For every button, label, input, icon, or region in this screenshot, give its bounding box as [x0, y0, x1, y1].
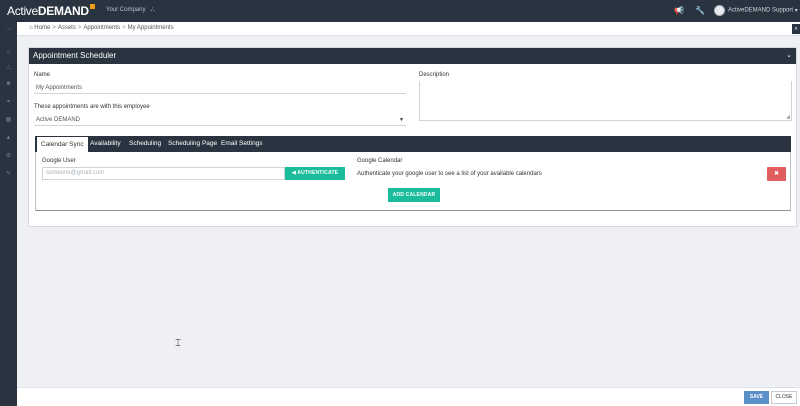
breadcrumb-home[interactable]: Home — [34, 25, 50, 31]
sidebar: ⋯ ⌂ ⛬ ☻ ⚭ ▦ ▲ ⚙ ✎ — [0, 22, 17, 406]
sitemap-icon[interactable]: ⛬ — [4, 64, 13, 73]
megaphone-icon[interactable]: 📢 — [674, 6, 684, 16]
caret-down-icon: ▼ — [399, 117, 404, 123]
search-icon[interactable]: ⌕ — [792, 24, 800, 34]
tools-icon[interactable]: ✎ — [4, 170, 13, 179]
handshake-icon[interactable]: ⚭ — [4, 98, 13, 107]
delete-button[interactable]: ✖ — [767, 167, 786, 181]
tab-availability[interactable]: Availability — [86, 136, 125, 152]
lock-icon[interactable]: ▲ — [4, 134, 13, 143]
tab-bar: Calendar Sync Availability Scheduling Sc… — [35, 136, 791, 152]
users-icon[interactable]: ☻ — [4, 80, 13, 89]
description-label: Description — [419, 72, 450, 78]
google-user-input[interactable]: someone@gmail.com — [42, 167, 285, 180]
panel-header: Appointment Scheduler ⌄ — [29, 48, 796, 64]
panel-title: Appointment Scheduler — [33, 51, 117, 60]
tab-scheduling[interactable]: Scheduling — [125, 136, 165, 152]
user-name: ActiveDEMAND Support — [728, 7, 794, 14]
app-logo[interactable]: ActiveDEMAND — [7, 3, 95, 19]
home-icon[interactable]: ⌂ — [4, 48, 13, 57]
name-label: Name — [34, 72, 51, 78]
breadcrumb-current: My Appointments — [127, 25, 174, 31]
footer-bar: SAVE CLOSE — [17, 387, 800, 406]
breadcrumb-appointments[interactable]: Appointments — [83, 25, 120, 31]
calendar-sync-pane: Google User someone@gmail.com ◀ AUTHENTI… — [35, 152, 791, 211]
avatar — [714, 5, 725, 16]
breadcrumb: ⌂ Home > Assets > Appointments > My Appointmen… — [29, 25, 174, 31]
company-name: Your Company — [106, 7, 146, 13]
close-button[interactable]: CLOSE — [771, 391, 797, 404]
user-menu[interactable]: ActiveDEMAND Support ▾ — [714, 5, 798, 17]
google-user-label: Google User — [42, 158, 76, 164]
mouse-cursor-icon: ⌶ — [175, 338, 181, 349]
logo-text-bold: DEMAND — [37, 4, 89, 18]
chevron-down-icon[interactable]: ⌄ — [786, 48, 792, 64]
employee-select[interactable]: Active DEMAND ▼ — [34, 115, 406, 126]
company-selector[interactable]: Your Company ⛬ — [106, 7, 155, 14]
appointment-scheduler-panel: Appointment Scheduler ⌄ Name My Appointm… — [28, 47, 797, 227]
save-button[interactable]: SAVE — [744, 391, 769, 404]
home-icon: ⌂ — [29, 25, 33, 31]
sitemap-icon: ⛬ — [150, 7, 155, 13]
employee-value: Active DEMAND — [36, 117, 81, 123]
authenticate-button[interactable]: ◀ AUTHENTICATE — [285, 167, 345, 180]
auth-message: Authenticate your google user to see a l… — [357, 171, 542, 177]
breadcrumb-assets[interactable]: Assets — [58, 25, 76, 31]
authenticate-label: AUTHENTICATE — [297, 170, 339, 176]
chevron-down-icon: ▾ — [794, 8, 798, 14]
logo-mark-icon — [89, 4, 95, 9]
google-calendar-label: Google Calendar — [357, 158, 403, 164]
grid-icon[interactable]: ▦ — [4, 116, 13, 125]
tab-scheduling-page[interactable]: Scheduling Page — [164, 136, 221, 152]
tab-email-settings[interactable]: Email Settings — [217, 136, 267, 152]
employee-label: These appointments are with this employe… — [34, 104, 150, 110]
breadcrumb-bar: ⌂ Home > Assets > Appointments > My Appointmen… — [17, 22, 800, 36]
menu-icon[interactable]: ⋯ — [4, 26, 13, 35]
settings-icon[interactable]: ⚙ — [4, 152, 13, 161]
resize-handle-icon[interactable]: ◢ — [786, 114, 790, 120]
top-bar: ActiveDEMAND Your Company ⛬ 📢 🔧 ActiveDEM… — [0, 0, 800, 22]
wrench-icon[interactable]: 🔧 — [695, 6, 705, 16]
logo-text-light: Active — [7, 4, 38, 18]
name-field[interactable]: My Appointments — [34, 83, 406, 94]
arrow-left-icon: ◀ — [291, 170, 296, 176]
description-textarea[interactable]: ◢ — [419, 81, 792, 121]
tab-calendar-sync[interactable]: Calendar Sync — [37, 137, 88, 152]
close-icon: ✖ — [773, 171, 780, 177]
add-calendar-button[interactable]: ADD CALENDAR — [388, 188, 440, 202]
